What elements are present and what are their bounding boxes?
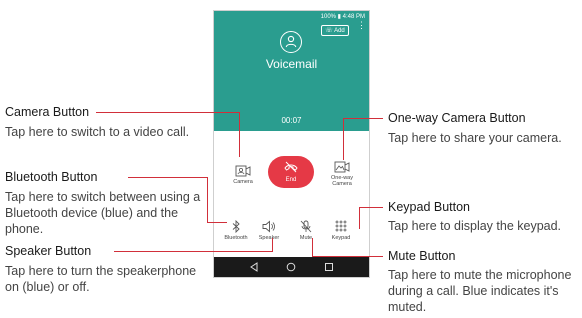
bluetooth-label: Bluetooth xyxy=(224,235,248,241)
add-call-icon: ☏ xyxy=(325,28,333,34)
oneway-label-2: Camera xyxy=(332,181,352,187)
add-button-label: Add xyxy=(334,28,345,34)
bluetooth-callout-line xyxy=(128,177,207,178)
home-icon[interactable] xyxy=(286,262,296,272)
keypad-callout-line-v xyxy=(359,207,360,229)
mute-callout-line xyxy=(312,256,383,257)
contact-avatar-icon xyxy=(280,31,302,53)
call-header: 100% ▮ 4:48 PM ☏ Add ⋮ Voicemail 00:07 xyxy=(214,11,369,131)
mute-button[interactable]: Mute xyxy=(291,220,321,241)
camera-callout-title: Camera Button xyxy=(5,105,90,119)
camera-callout-desc: Tap here to switch to a video call. xyxy=(5,125,190,139)
keypad-label: Keypad xyxy=(331,235,351,241)
speaker-callout-desc: Tap here to turn the speakerphone on (bl… xyxy=(5,264,197,294)
speaker-callout-line xyxy=(114,251,272,252)
recent-apps-icon[interactable] xyxy=(324,262,334,272)
oneway-callout-line xyxy=(343,118,383,119)
speaker-button[interactable]: Speaker xyxy=(254,220,284,241)
bluetooth-callout-title: Bluetooth Button xyxy=(5,170,98,184)
navigation-bar xyxy=(214,257,369,277)
oneway-callout-line-v xyxy=(343,118,344,160)
oneway-callout-desc: Tap here to share your camera. xyxy=(388,131,562,145)
keypad-callout-line xyxy=(359,207,383,208)
oneway-callout-title: One-way Camera Button xyxy=(388,111,526,125)
speaker-label: Speaker xyxy=(258,235,280,241)
bluetooth-icon xyxy=(232,220,240,233)
oneway-camera-button[interactable]: One-way Camera xyxy=(327,161,357,187)
caller-name: Voicemail xyxy=(265,57,318,71)
video-camera-icon xyxy=(235,165,251,177)
speaker-icon xyxy=(262,220,275,233)
mute-callout-title: Mute Button xyxy=(388,249,456,263)
add-button[interactable]: ☏ Add xyxy=(321,25,349,36)
end-call-button[interactable]: End xyxy=(268,156,314,188)
mute-callout-line-v xyxy=(312,238,313,257)
status-bar: 100% ▮ 4:48 PM xyxy=(320,14,365,20)
bluetooth-callout-line-h2 xyxy=(207,222,227,223)
bluetooth-callout-desc: Tap here to switch between using a Bluet… xyxy=(5,190,201,236)
camera-label: Camera xyxy=(233,179,253,185)
mute-callout-desc: Tap here to mute the microphone during a… xyxy=(388,268,572,314)
phone-screen: 100% ▮ 4:48 PM ☏ Add ⋮ Voicemail 00:07 C… xyxy=(213,10,370,278)
speaker-callout-title: Speaker Button xyxy=(5,244,92,258)
mute-label: Mute xyxy=(299,235,313,241)
end-label: End xyxy=(285,177,297,183)
back-icon[interactable] xyxy=(249,262,259,272)
keypad-callout-desc: Tap here to display the keypad. xyxy=(388,219,562,233)
more-options-icon[interactable]: ⋮ xyxy=(357,21,366,30)
keypad-icon xyxy=(335,220,347,232)
keypad-callout-title: Keypad Button xyxy=(388,200,471,214)
bluetooth-callout-line-v xyxy=(207,177,208,222)
end-call-icon xyxy=(284,161,298,173)
camera-button[interactable]: Camera xyxy=(228,165,258,185)
camera-callout-line-v xyxy=(239,112,240,157)
bluetooth-button[interactable]: Bluetooth xyxy=(221,220,251,241)
oneway-camera-icon xyxy=(334,161,350,173)
speaker-callout-line-v xyxy=(272,238,273,252)
mute-microphone-icon xyxy=(300,220,312,233)
camera-callout-line xyxy=(96,112,239,113)
keypad-button[interactable]: Keypad xyxy=(326,220,356,241)
